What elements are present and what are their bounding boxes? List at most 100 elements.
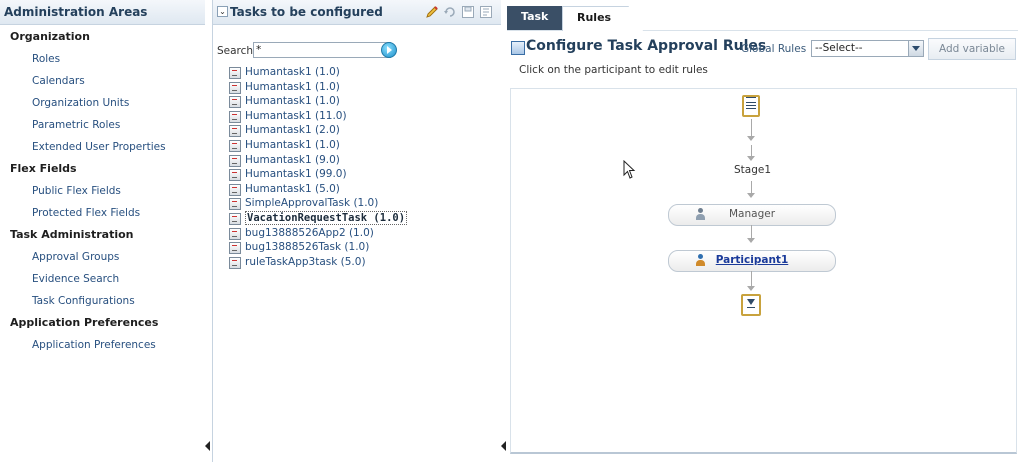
task-list-item[interactable]: Humantask1 (1.0)	[229, 80, 407, 95]
admin-item-calendars[interactable]: Calendars	[0, 70, 205, 92]
task-start-icon	[742, 95, 760, 117]
task-label[interactable]: Humantask1 (1.0)	[245, 81, 340, 93]
connector-arrow-icon	[747, 286, 755, 291]
add-variable-button[interactable]: Add variable	[928, 38, 1016, 60]
task-label[interactable]: Humantask1 (11.0)	[245, 110, 347, 122]
participant-link[interactable]: Participant1	[669, 254, 835, 266]
admin-group-label: Organization	[10, 30, 90, 43]
connector-arrow-icon	[747, 156, 755, 161]
configure-rules-title: Configure Task Approval Rules	[526, 38, 767, 54]
edit-pencil-icon[interactable]	[425, 5, 439, 19]
task-label[interactable]: bug13888526App2 (1.0)	[245, 227, 374, 239]
task-icon	[229, 96, 241, 109]
left-splitter[interactable]	[205, 0, 211, 462]
collapse-middle-arrow-icon[interactable]	[501, 441, 506, 451]
admin-item-parametric-roles[interactable]: Parametric Roles	[0, 114, 205, 136]
admin-group-label: Task Administration	[10, 228, 134, 241]
connector-line	[751, 271, 752, 287]
task-list-item[interactable]: Humantask1 (2.0)	[229, 123, 407, 138]
tab-rules[interactable]: Rules	[562, 6, 644, 31]
admin-item-extended-user-properties[interactable]: Extended User Properties	[0, 136, 205, 158]
rules-panel: Task Rules Configure Task Approval Rules…	[507, 0, 1018, 462]
connector-arrow-icon	[747, 193, 755, 198]
task-list-item[interactable]: Humantask1 (1.0)	[229, 138, 407, 153]
participant-participant1[interactable]: Participant1	[668, 250, 836, 272]
collapse-chevron-icon[interactable]: ⌄	[217, 6, 228, 17]
global-rules-select[interactable]: --Select--	[811, 40, 924, 57]
administration-areas-title: Administration Areas	[0, 0, 205, 25]
task-list-item[interactable]: SimpleApprovalTask (1.0)	[229, 196, 407, 211]
admin-group-label: Application Preferences	[10, 316, 159, 329]
stage-label: Stage1	[734, 164, 772, 176]
task-list-item[interactable]: Humantask1 (9.0)	[229, 153, 407, 168]
task-label[interactable]: VacationRequestTask (1.0)	[245, 210, 408, 225]
tasks-panel-header: ⌄ Tasks to be configured	[213, 0, 501, 25]
task-label[interactable]: Humantask1 (1.0)	[245, 66, 340, 78]
task-icon	[229, 198, 241, 211]
admin-item-task-configurations[interactable]: Task Configurations	[0, 290, 205, 312]
task-list-item[interactable]: bug13888526App2 (1.0)	[229, 226, 407, 241]
task-list-item[interactable]: Humantask1 (5.0)	[229, 182, 407, 197]
administration-areas-panel: Administration Areas Organization Roles Ca…	[0, 0, 206, 462]
task-label[interactable]: Humantask1 (1.0)	[245, 139, 340, 151]
task-icon	[229, 139, 241, 152]
task-label[interactable]: Humantask1 (99.0)	[245, 168, 347, 180]
connector-arrow-icon	[747, 238, 755, 243]
tasks-panel-title: Tasks to be configured	[230, 5, 383, 19]
connector-line	[751, 225, 752, 239]
administration-areas-list: Organization Roles Calendars Organization U…	[0, 25, 205, 356]
task-label[interactable]: ruleTaskApp3task (5.0)	[245, 256, 366, 268]
task-icon	[229, 154, 241, 167]
task-list-item[interactable]: Humantask1 (11.0)	[229, 109, 407, 124]
search-input[interactable]	[253, 42, 391, 58]
save-icon[interactable]	[461, 5, 475, 19]
task-icon	[229, 169, 241, 182]
dropdown-arrow-icon[interactable]	[908, 41, 923, 56]
task-icon	[229, 183, 241, 196]
rules-flow-canvas: Stage1 Manager Participant1	[510, 88, 1017, 454]
rules-hint-text: Click on the participant to edit rules	[519, 64, 708, 76]
task-icon	[229, 67, 241, 79]
task-end-icon	[741, 294, 761, 316]
connector-arrow-icon	[747, 136, 755, 141]
participant-manager[interactable]: Manager	[668, 204, 836, 226]
refresh-icon[interactable]	[443, 5, 457, 19]
admin-item-protected-flex-fields[interactable]: Protected Flex Fields	[0, 202, 205, 224]
admin-item-roles[interactable]: Roles	[0, 48, 205, 70]
tab-bar: Task Rules	[507, 0, 1018, 31]
admin-group-label: Flex Fields	[10, 162, 77, 175]
task-list-item[interactable]: Humantask1 (1.0)	[229, 65, 407, 80]
task-label[interactable]: Humantask1 (2.0)	[245, 124, 340, 136]
task-list-item[interactable]: VacationRequestTask (1.0)	[229, 210, 408, 226]
task-label[interactable]: bug13888526Task (1.0)	[245, 241, 369, 253]
admin-item-organization-units[interactable]: Organization Units	[0, 92, 205, 114]
task-icon	[229, 256, 241, 269]
admin-item-approval-groups[interactable]: Approval Groups	[0, 246, 205, 268]
task-label[interactable]: Humantask1 (9.0)	[245, 154, 340, 166]
task-label[interactable]: SimpleApprovalTask (1.0)	[245, 197, 378, 209]
task-icon	[229, 227, 241, 240]
task-icon	[229, 212, 241, 225]
admin-item-evidence-search[interactable]: Evidence Search	[0, 268, 205, 290]
task-list-item[interactable]: bug13888526Task (1.0)	[229, 240, 407, 255]
task-list-item[interactable]: ruleTaskApp3task (5.0)	[229, 255, 407, 270]
tasks-panel: ⌄ Tasks to be configured Search Humantas…	[212, 0, 502, 462]
connector-line	[751, 119, 752, 137]
search-go-icon[interactable]	[381, 42, 397, 58]
participant-label: Manager	[728, 208, 776, 220]
task-label[interactable]: Humantask1 (5.0)	[245, 183, 340, 195]
task-list-item[interactable]: Humantask1 (99.0)	[229, 167, 407, 182]
task-icon	[229, 81, 241, 94]
search-label: Search	[217, 45, 254, 57]
admin-item-application-preferences[interactable]: Application Preferences	[0, 334, 205, 356]
task-icon	[229, 110, 241, 123]
task-icon	[229, 242, 241, 255]
task-list: Humantask1 (1.0) Humantask1 (1.0) Humantas…	[229, 65, 408, 270]
admin-item-public-flex-fields[interactable]: Public Flex Fields	[0, 180, 205, 202]
collapse-left-arrow-icon[interactable]	[205, 441, 210, 451]
reset-icon[interactable]	[479, 5, 493, 19]
global-rules-label: Global Rules	[741, 43, 807, 55]
task-icon	[229, 125, 241, 138]
task-label[interactable]: Humantask1 (1.0)	[245, 95, 340, 107]
task-list-item[interactable]: Humantask1 (1.0)	[229, 94, 407, 109]
